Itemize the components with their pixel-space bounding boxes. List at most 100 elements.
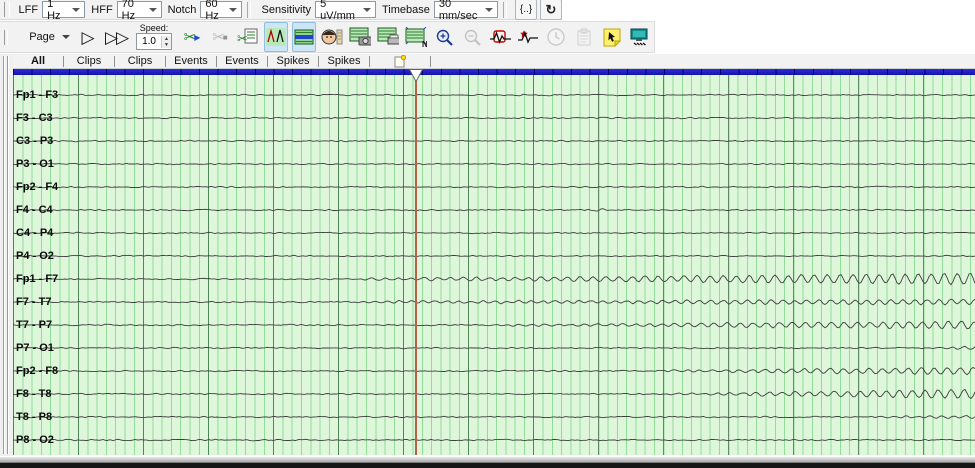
chevron-down-icon	[229, 8, 237, 12]
filter-toolbar: LFF 1 Hz HFF 70 Hz Notch 60 Hz Sensitivi…	[0, 0, 975, 21]
clock-button	[544, 22, 568, 52]
chevron-down-icon	[62, 35, 70, 39]
notch-combobox[interactable]: 60 Hz	[200, 1, 241, 18]
display-settings-button[interactable]	[292, 22, 316, 52]
eeg-trace	[13, 163, 975, 164]
timebase-label: Timebase	[382, 4, 430, 16]
lff-label: LFF	[19, 4, 39, 16]
clip-play-button[interactable]: ✂▶	[180, 22, 204, 52]
screen-capture-button[interactable]	[348, 22, 372, 52]
sensitivity-combobox[interactable]: 5 uV/mm	[315, 1, 376, 18]
tab-clips-1[interactable]: Clips	[64, 55, 114, 67]
page-selector[interactable]: Page	[25, 27, 74, 47]
remote-monitor-button[interactable]	[628, 22, 652, 52]
notch-label: Notch	[168, 4, 197, 16]
toolbar-grip[interactable]	[4, 30, 8, 45]
zoom-out-button	[460, 22, 484, 52]
sticky-note-icon	[602, 27, 623, 47]
notes-icon	[574, 27, 594, 47]
tab-clips-2[interactable]: Clips	[115, 55, 165, 67]
toolbar-separator	[503, 2, 507, 18]
lff-combobox[interactable]: 1 Hz	[42, 1, 85, 18]
play-button[interactable]: ▷	[76, 22, 100, 52]
spin-down-icon[interactable]: ▼	[162, 42, 171, 48]
eeg-trace	[13, 209, 975, 211]
channel-label: C4 - P4	[16, 227, 53, 239]
refresh-button[interactable]: ↻	[540, 0, 562, 20]
sticky-note-button[interactable]	[600, 22, 624, 52]
patient-info-icon	[321, 27, 343, 47]
tab-spikes-2[interactable]: Spikes	[319, 55, 369, 67]
spike-marker-button[interactable]	[516, 22, 540, 52]
tab-events-1[interactable]: Events	[166, 55, 216, 67]
vertical-splitter[interactable]	[0, 54, 13, 456]
chevron-down-icon	[149, 8, 157, 12]
zoom-in-button[interactable]	[432, 22, 456, 52]
speed-control: Speed: 1.0 ▲▼	[136, 24, 172, 50]
hff-combobox[interactable]: 70 Hz	[117, 1, 162, 18]
patient-info-button[interactable]	[320, 22, 344, 52]
toolbar-grip[interactable]	[4, 2, 10, 17]
eeg-trace	[13, 255, 975, 256]
channel-label: Fp2 - F8	[16, 365, 58, 377]
main-toolbar: Page ▷ ▷▷ Speed: 1.0 ▲▼ ✂▶ ✂■	[0, 21, 975, 54]
chevron-down-icon	[72, 8, 80, 12]
eeg-display[interactable]: Fp1 - F3F3 - C3C3 - P3P3 - O1Fp2 - F4F4 …	[13, 69, 975, 455]
spike-detection-button[interactable]	[264, 22, 288, 52]
display-settings-icon	[294, 29, 314, 45]
hff-label: HFF	[91, 4, 112, 16]
tab-separator	[430, 56, 431, 67]
channel-label: P7 - O1	[16, 342, 54, 354]
channel-label: F7 - T7	[16, 296, 51, 308]
filter-toolbar-panel: LFF 1 Hz HFF 70 Hz Notch 60 Hz Sensitivi…	[0, 0, 562, 20]
montage-n-button[interactable]: N	[404, 22, 428, 52]
tab-events-2[interactable]: Events	[217, 55, 267, 67]
refresh-icon: ↻	[546, 2, 557, 18]
eeg-traces	[13, 75, 975, 455]
tab-spikes-1[interactable]: Spikes	[268, 55, 318, 67]
zoom-out-icon	[463, 28, 482, 47]
channel-label: Fp1 - F7	[16, 273, 58, 285]
eeg-trace	[13, 321, 975, 329]
eeg-trace	[13, 274, 975, 285]
channel-label: T7 - P7	[16, 319, 52, 331]
channel-label: F3 - C3	[16, 112, 53, 124]
clip-page-icon: ✂	[237, 27, 259, 47]
eeg-trace	[13, 140, 975, 142]
clip-page-button[interactable]: ✂	[236, 22, 260, 52]
eeg-trace	[13, 94, 975, 96]
channel-label: P8 - O2	[16, 434, 54, 446]
channel-label: Fp2 - F4	[16, 181, 58, 193]
expression-button[interactable]: {..}	[515, 0, 537, 20]
position-marker-icon[interactable]	[409, 69, 423, 82]
timebase-combobox[interactable]: 30 mm/sec	[434, 1, 498, 18]
window-bottom-edge	[0, 462, 975, 468]
print-button[interactable]	[376, 22, 400, 52]
clock-icon	[546, 27, 566, 47]
eeg-trace	[13, 117, 975, 119]
channel-label: T8 - P8	[16, 411, 52, 423]
spike-detection-icon	[266, 28, 286, 46]
spike-marker-icon	[517, 28, 539, 46]
eeg-trace	[13, 439, 975, 441]
new-page-tab[interactable]	[370, 55, 430, 68]
remote-monitor-icon	[629, 27, 651, 47]
speed-value: 1.0	[137, 36, 161, 47]
channel-label: P4 - O2	[16, 250, 54, 262]
speed-label: Speed:	[140, 24, 169, 33]
event-marker-icon	[489, 28, 511, 46]
eeg-trace	[13, 346, 975, 349]
new-page-icon	[394, 55, 406, 68]
tab-all[interactable]: All	[13, 55, 63, 67]
clip-stop-button: ✂■	[208, 22, 232, 52]
fast-forward-button[interactable]: ▷▷	[104, 22, 128, 52]
speed-spinner[interactable]: 1.0 ▲▼	[136, 33, 172, 50]
event-marker-button[interactable]	[488, 22, 512, 52]
montage-n-icon: N	[405, 27, 427, 47]
svg-text:N: N	[422, 40, 427, 47]
chevron-down-icon	[363, 8, 371, 12]
eeg-trace	[13, 367, 975, 374]
time-cursor[interactable]	[415, 75, 417, 455]
eeg-viewer-window: LFF 1 Hz HFF 70 Hz Notch 60 Hz Sensitivi…	[0, 0, 975, 468]
chevron-down-icon	[485, 8, 493, 12]
